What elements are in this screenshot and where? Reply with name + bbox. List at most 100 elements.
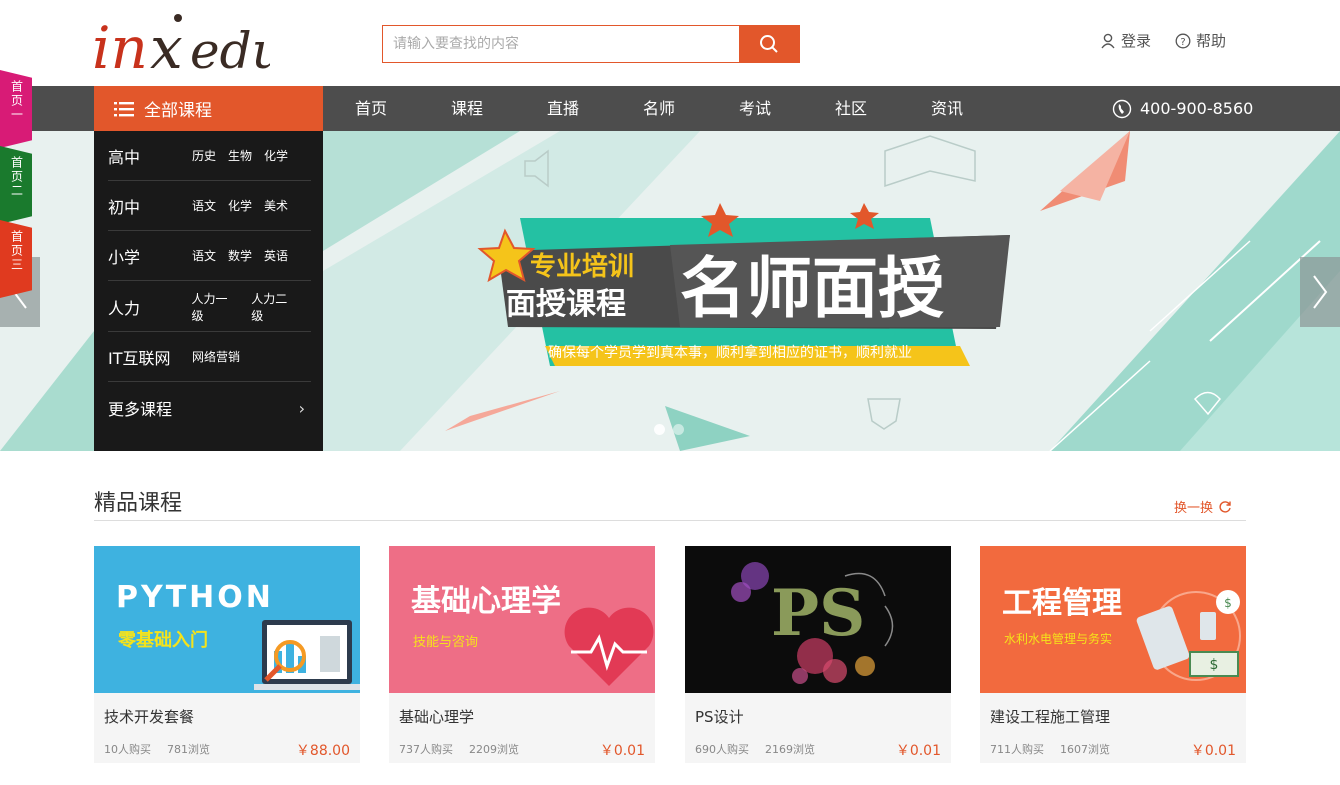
nav-item-teachers[interactable]: 名师 bbox=[611, 86, 707, 131]
course-card-python[interactable]: PYTHON 零基础入门 技术开发套餐 10人购买 781浏览 ￥88.00 bbox=[94, 546, 360, 763]
banner-dot-2[interactable] bbox=[673, 424, 684, 435]
search-bar bbox=[382, 25, 800, 63]
thumb-title: PYTHON bbox=[116, 580, 274, 615]
subcategory-link[interactable]: 人力一级 bbox=[192, 290, 240, 324]
refresh-label: 换一换 bbox=[1174, 501, 1214, 516]
side-tab-label: 首页一 bbox=[9, 80, 24, 122]
all-courses-label: 全部课程 bbox=[144, 101, 212, 121]
svg-text:$: $ bbox=[1224, 596, 1232, 610]
search-input[interactable] bbox=[383, 26, 739, 62]
inxedu-logo[interactable]: in x edu bbox=[92, 8, 270, 78]
all-courses-button[interactable]: 全部课程 bbox=[94, 86, 323, 131]
course-card-construction-mgmt[interactable]: 工程管理 水利水电管理与务实 $ $ 建设工程施工管理 711人购买 1607浏… bbox=[980, 546, 1246, 763]
subcategory-link[interactable]: 数学 bbox=[228, 247, 252, 264]
nav-item-community[interactable]: 社区 bbox=[803, 86, 899, 131]
banner-headline: 名师面授 bbox=[680, 250, 944, 327]
category-high-school[interactable]: 高中 历史 生物 化学 bbox=[108, 131, 311, 181]
view-count: 781浏览 bbox=[167, 743, 210, 756]
svg-text:in: in bbox=[92, 14, 148, 78]
site-header: in x edu 登录 ? 帮助 bbox=[0, 0, 1340, 86]
nav-item-live[interactable]: 直播 bbox=[515, 86, 611, 131]
category-it-internet[interactable]: IT互联网 网络营销 bbox=[108, 332, 311, 382]
thumb-title: 基础心理学 bbox=[411, 584, 561, 619]
svg-text:?: ? bbox=[1180, 37, 1185, 48]
course-price: ￥88.00 bbox=[295, 743, 350, 759]
banner-next-button[interactable] bbox=[1300, 257, 1340, 327]
side-tab-label: 首页二 bbox=[9, 156, 24, 198]
nav-item-home[interactable]: 首页 bbox=[323, 86, 419, 131]
help-label: 帮助 bbox=[1196, 32, 1227, 50]
course-card-ps-design[interactable]: PS PS设计 690人购买 2169浏览 ￥0.01 bbox=[685, 546, 951, 763]
course-title[interactable]: 基础心理学 bbox=[399, 706, 474, 727]
help-link[interactable]: ? 帮助 bbox=[1175, 30, 1226, 51]
user-icon bbox=[1101, 33, 1115, 48]
buyer-count: 737人购买 bbox=[399, 743, 453, 756]
hotline: 400-900-8560 bbox=[1112, 86, 1253, 131]
thumb-subtitle: 水利水电管理与务实 bbox=[1004, 632, 1113, 646]
category-middle-school[interactable]: 初中 语文 化学 美术 bbox=[108, 181, 311, 231]
category-primary-school[interactable]: 小学 语文 数学 英语 bbox=[108, 231, 311, 281]
category-name: 人力 bbox=[108, 298, 141, 318]
course-title[interactable]: PS设计 bbox=[695, 706, 744, 727]
buyer-count: 711人购买 bbox=[990, 743, 1044, 756]
login-link[interactable]: 登录 bbox=[1100, 30, 1151, 51]
course-title[interactable]: 建设工程施工管理 bbox=[990, 706, 1110, 727]
refresh-icon bbox=[1219, 500, 1231, 513]
banner-dot-1[interactable] bbox=[654, 424, 665, 435]
subcategory-link[interactable]: 化学 bbox=[228, 197, 252, 214]
category-name: 初中 bbox=[108, 197, 141, 217]
course-thumbnail: 工程管理 水利水电管理与务实 $ $ bbox=[980, 546, 1246, 693]
subcategory-link[interactable]: 生物 bbox=[228, 147, 252, 164]
svg-text:edu: edu bbox=[190, 22, 270, 78]
course-title[interactable]: 技术开发套餐 bbox=[104, 706, 194, 727]
svg-text:x: x bbox=[150, 14, 183, 78]
nav-item-exams[interactable]: 考试 bbox=[707, 86, 803, 131]
side-tab-home-1[interactable]: 首页一 bbox=[0, 70, 32, 148]
view-count: 1607浏览 bbox=[1060, 743, 1110, 756]
search-icon bbox=[760, 35, 778, 53]
course-meta: 737人购买 2209浏览 bbox=[399, 741, 519, 757]
refresh-button[interactable]: 换一换 bbox=[1174, 497, 1232, 516]
side-tab-label: 首页三 bbox=[9, 230, 24, 272]
subcategory-link[interactable]: 美术 bbox=[264, 197, 288, 214]
section-title: 精品课程 bbox=[94, 491, 183, 516]
phone-icon bbox=[1112, 99, 1132, 118]
view-count: 2209浏览 bbox=[469, 743, 519, 756]
main-navbar: 全部课程 首页 课程 直播 名师 考试 社区 资讯 400-900-8560 bbox=[0, 86, 1340, 131]
course-thumbnail: PYTHON 零基础入门 bbox=[94, 546, 360, 693]
buyer-count: 690人购买 bbox=[695, 743, 749, 756]
category-name: 高中 bbox=[108, 147, 141, 167]
subcategory-link[interactable]: 语文 bbox=[192, 197, 216, 214]
category-menu: 高中 历史 生物 化学 初中 语文 化学 美术 小学 语文 数学 英语 人力 人… bbox=[94, 131, 323, 451]
banner-subtitle: 确保每个学员学到真本事，顺利拿到相应的证书，顺利就业 bbox=[548, 344, 912, 361]
svg-text:$: $ bbox=[1210, 657, 1219, 673]
chevron-right-icon: › bbox=[298, 398, 305, 418]
thumb-subtitle: 零基础入门 bbox=[118, 630, 208, 651]
section-divider bbox=[94, 520, 1246, 521]
subcategory-link[interactable]: 化学 bbox=[264, 147, 288, 164]
heart-icon bbox=[564, 607, 654, 686]
nav-item-courses[interactable]: 课程 bbox=[419, 86, 515, 131]
thumb-subtitle: 技能与咨询 bbox=[413, 635, 479, 650]
banner-tag-line2: 面授课程 bbox=[506, 287, 626, 322]
buyer-count: 10人购买 bbox=[104, 743, 151, 756]
subcategory-link[interactable]: 语文 bbox=[192, 247, 216, 264]
category-hr[interactable]: 人力 人力一级 人力二级 bbox=[108, 282, 311, 332]
subcategory-link[interactable]: 英语 bbox=[264, 247, 288, 264]
subcategory-link[interactable]: 人力二级 bbox=[251, 290, 299, 324]
subcategory-link[interactable]: 历史 bbox=[192, 147, 216, 164]
nav-item-news[interactable]: 资讯 bbox=[899, 86, 995, 131]
side-tab-home-3[interactable]: 首页三 bbox=[0, 220, 32, 298]
category-name: 小学 bbox=[108, 247, 141, 267]
course-meta: 690人购买 2169浏览 bbox=[695, 741, 815, 757]
search-button[interactable] bbox=[739, 26, 799, 62]
course-card-psychology[interactable]: 基础心理学 技能与咨询 基础心理学 737人购买 2209浏览 ￥0.01 bbox=[389, 546, 655, 763]
side-tab-home-2[interactable]: 首页二 bbox=[0, 146, 32, 224]
top-links: 登录 ? 帮助 bbox=[1100, 30, 1226, 51]
chevron-right-icon bbox=[1313, 275, 1328, 309]
category-name: IT互联网 bbox=[108, 348, 171, 368]
subcategory-link[interactable]: 网络营销 bbox=[192, 348, 240, 365]
category-more[interactable]: 更多课程 › bbox=[108, 383, 311, 433]
help-icon: ? bbox=[1175, 33, 1191, 48]
banner-tag-line1: 专业培训 bbox=[530, 252, 634, 282]
